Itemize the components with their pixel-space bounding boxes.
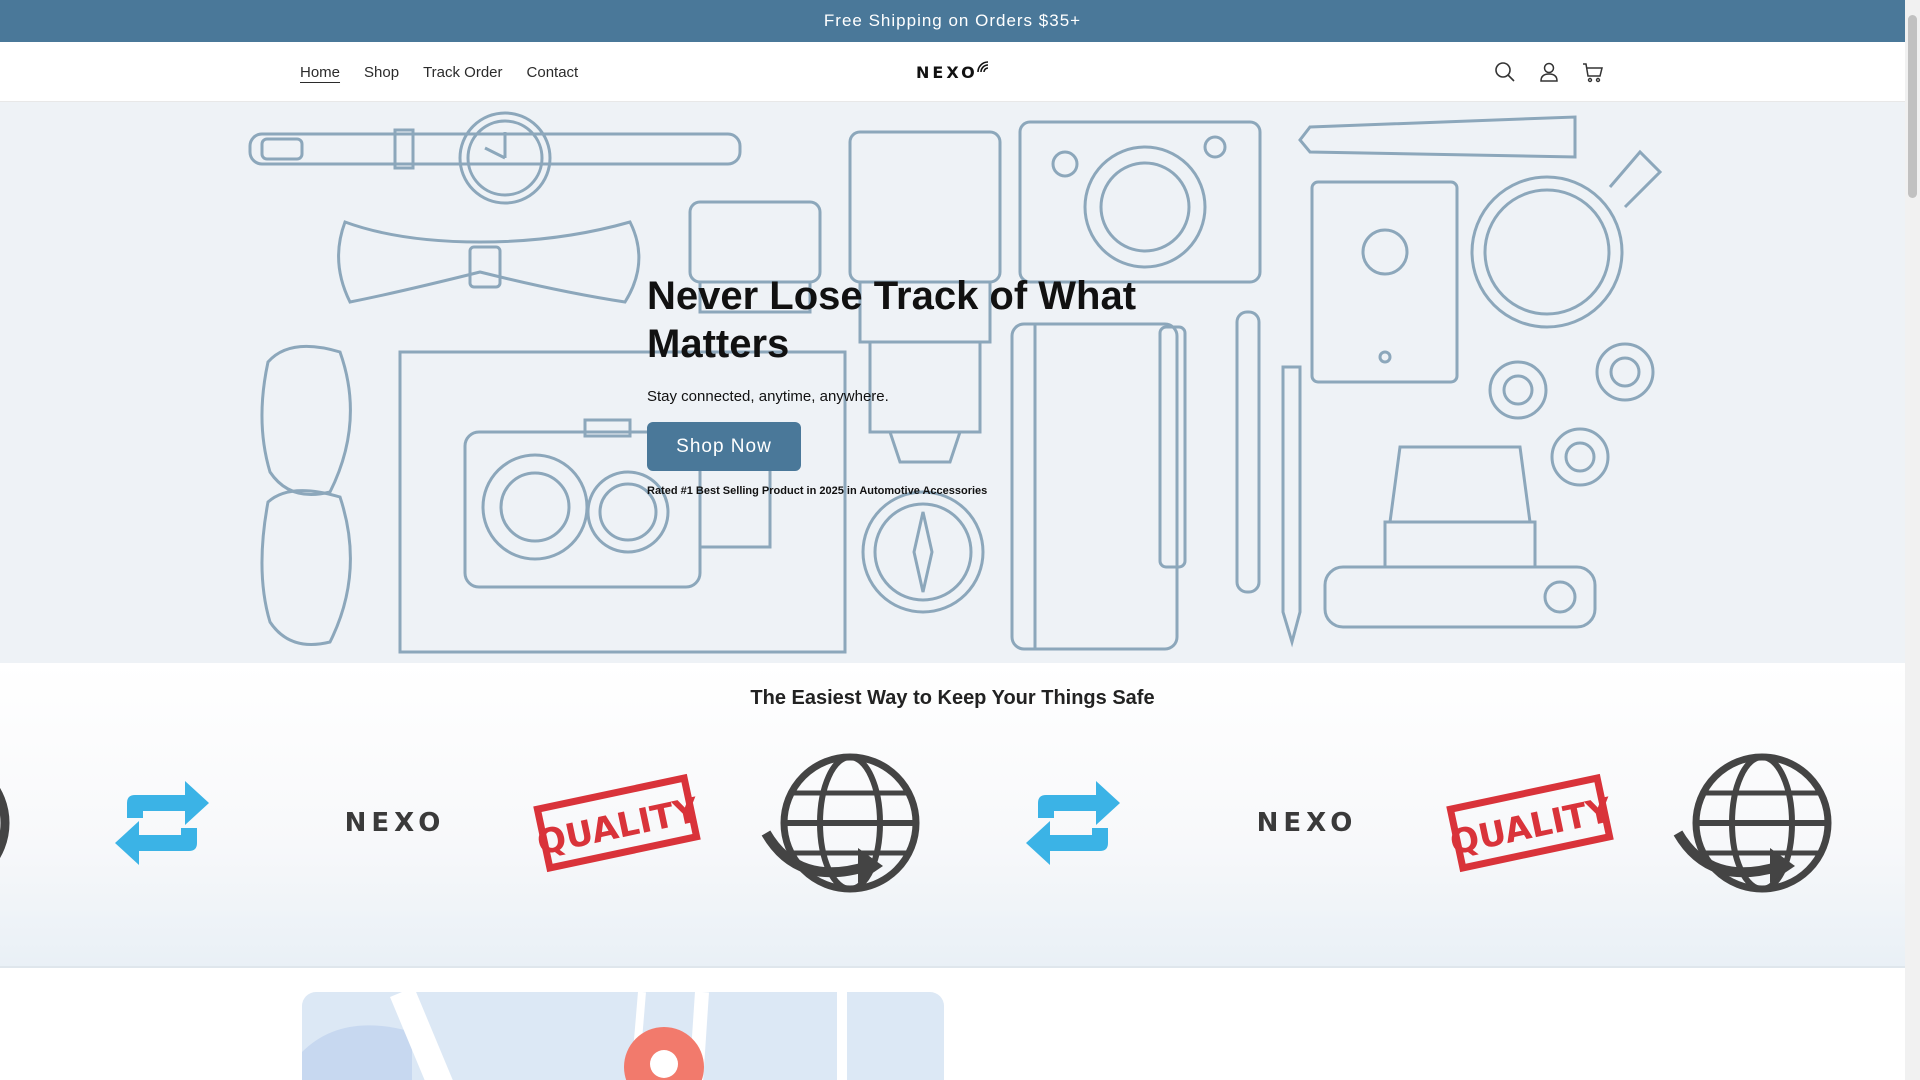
globe-icon [1667, 743, 1847, 903]
hero-banner: Never Lose Track of What Matters Stay co… [0, 102, 1905, 663]
signal-icon [976, 61, 988, 73]
repeat-icon [72, 743, 252, 903]
map-image [302, 992, 944, 1080]
cart-icon[interactable] [1581, 60, 1605, 84]
globe-icon [755, 743, 935, 903]
repeat-icon [983, 743, 1163, 903]
map-section [0, 968, 1905, 1080]
announcement-text: Free Shipping on Orders $35+ [823, 11, 1082, 30]
hero-content: Never Lose Track of What Matters Stay co… [647, 272, 1167, 497]
hero-subtitle: Stay connected, anytime, anywhere. [647, 388, 889, 405]
scrollbar-thumb[interactable] [1908, 15, 1917, 198]
header-actions [1493, 42, 1605, 102]
features-section: The Easiest Way to Keep Your Things Safe… [0, 663, 1905, 967]
main-nav: Home Shop Track Order Contact [300, 42, 578, 102]
nav-shop[interactable]: Shop [364, 64, 399, 81]
nexo-logo: NEXO [344, 808, 446, 838]
nav-home[interactable]: Home [300, 64, 340, 81]
globe-icon [0, 743, 30, 903]
hero-rating-note: Rated #1 Best Selling Product in 2025 in… [647, 485, 988, 497]
site-logo[interactable]: NEXO [916, 59, 990, 85]
shop-now-button[interactable]: Shop Now [647, 422, 801, 471]
quality-stamp: QUALITY [1440, 743, 1620, 903]
hero-title: Never Lose Track of What Matters [647, 274, 1137, 366]
nav-track-order[interactable]: Track Order [423, 64, 502, 81]
logo-text: NEXO [916, 62, 978, 82]
nav-contact[interactable]: Contact [527, 64, 579, 81]
quality-stamp: QUALITY [527, 743, 707, 903]
search-icon[interactable] [1493, 60, 1517, 84]
nexo-logo: NEXO [1256, 808, 1358, 838]
announcement-bar: Free Shipping on Orders $35+ [0, 0, 1905, 42]
page-scrollbar[interactable] [1905, 0, 1920, 1080]
site-header: Home Shop Track Order Contact NEXO [0, 42, 1905, 102]
logo-marquee: NEXO QUALITY NEXO QUALITY [0, 743, 1905, 903]
section-title: The Easiest Way to Keep Your Things Safe [750, 687, 1155, 709]
account-icon[interactable] [1537, 60, 1561, 84]
